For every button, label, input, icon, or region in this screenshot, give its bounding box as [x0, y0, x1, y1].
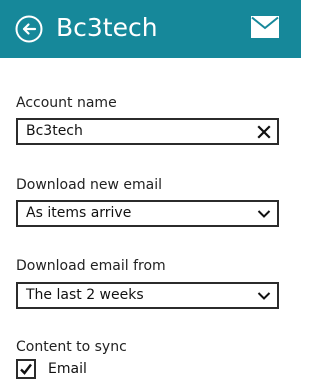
- content-to-sync-label: Content to sync: [16, 339, 127, 355]
- account-name-input[interactable]: Bc3tech: [16, 118, 279, 145]
- download-new-email-label: Download new email: [16, 177, 163, 193]
- email-checkbox[interactable]: [16, 359, 36, 379]
- header-bar: Bc3tech: [0, 0, 301, 58]
- checkmark-icon: [20, 363, 32, 375]
- envelope-icon: [251, 16, 279, 38]
- mail-button[interactable]: [251, 16, 279, 38]
- account-name-label: Account name: [16, 95, 117, 111]
- sync-email-checkbox-row[interactable]: Email: [16, 359, 136, 379]
- back-button[interactable]: [15, 15, 43, 43]
- download-new-email-select[interactable]: As items arrive: [16, 200, 279, 227]
- email-checkbox-label: Email: [48, 361, 87, 377]
- download-email-from-value: The last 2 weeks: [26, 287, 144, 303]
- download-email-from-select[interactable]: The last 2 weeks: [16, 282, 279, 309]
- back-arrow-circle-icon: [15, 15, 43, 43]
- download-new-email-value: As items arrive: [26, 205, 132, 221]
- account-name-value: Bc3tech: [26, 123, 83, 139]
- chevron-down-icon: [257, 210, 271, 218]
- page-title: Bc3tech: [56, 13, 158, 42]
- chevron-down-icon: [257, 292, 271, 300]
- close-x-icon[interactable]: [257, 125, 271, 139]
- download-email-from-label: Download email from: [16, 258, 166, 274]
